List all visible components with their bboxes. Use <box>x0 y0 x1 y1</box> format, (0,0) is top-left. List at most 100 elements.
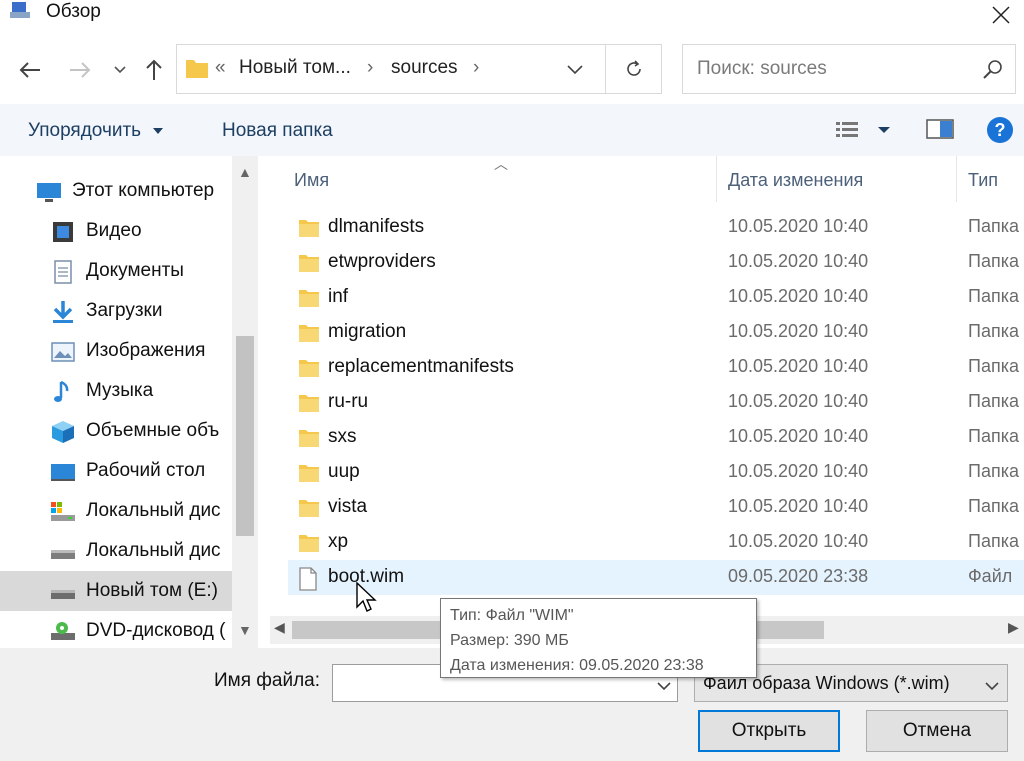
folder-icon <box>298 217 320 244</box>
table-row[interactable]: inf 10.05.2020 10:40 Папка <box>288 280 1024 315</box>
chevron-down-icon[interactable] <box>657 675 671 696</box>
scroll-up-icon[interactable]: ▲ <box>238 164 252 180</box>
cancel-button[interactable]: Отмена <box>866 710 1008 752</box>
sidebar-item-documents[interactable]: Документы <box>0 251 232 291</box>
scrollbar-thumb[interactable] <box>236 336 254 536</box>
folder-icon <box>298 532 320 559</box>
table-row[interactable]: xp 10.05.2020 10:40 Папка <box>288 525 1024 560</box>
arrow-right-icon <box>70 62 91 78</box>
recent-locations-button[interactable] <box>106 56 134 84</box>
new-folder-button[interactable]: Новая папка <box>222 120 333 142</box>
sidebar-item-downloads[interactable]: Загрузки <box>0 291 232 331</box>
navigation-scrollbar[interactable]: ▲ ▼ <box>232 156 258 648</box>
caret-down-icon <box>153 127 164 134</box>
sidebar-item-new-volume-e[interactable]: Новый том (E:) <box>0 571 232 611</box>
table-row[interactable]: dlmanifests 10.05.2020 10:40 Папка <box>288 210 1024 245</box>
column-header-type[interactable]: Тип <box>968 170 998 191</box>
file-type: Папка <box>968 461 1019 481</box>
sidebar-item-desktop[interactable]: Рабочий стол <box>0 451 232 491</box>
overflow-chevron[interactable]: « <box>215 57 226 79</box>
folder-icon <box>298 357 320 384</box>
sidebar-item-music[interactable]: Музыка <box>0 371 232 411</box>
mouse-cursor-icon <box>356 582 377 612</box>
music-icon <box>50 380 76 404</box>
preview-pane-icon <box>926 119 954 139</box>
arrow-up-icon <box>146 59 162 80</box>
sidebar-item-local-disk-c[interactable]: Локальный дис <box>0 491 232 531</box>
table-row[interactable]: uup 10.05.2020 10:40 Папка <box>288 455 1024 490</box>
file-date: 10.05.2020 10:40 <box>728 356 869 376</box>
tooltip-type: Тип: Файл "WIM" <box>450 607 574 624</box>
search-icon[interactable] <box>983 59 1003 84</box>
table-row[interactable]: boot.wim 09.05.2020 23:38 Файл <box>288 560 1024 595</box>
computer-icon <box>36 180 62 204</box>
breadcrumb-separator-icon[interactable]: › <box>473 57 479 79</box>
folder-icon <box>298 462 320 489</box>
chevron-down-icon[interactable] <box>985 675 999 696</box>
svg-text:?: ? <box>995 120 1006 140</box>
folder-icon <box>298 252 320 279</box>
table-row[interactable]: vista 10.05.2020 10:40 Папка <box>288 490 1024 525</box>
column-divider[interactable] <box>716 156 717 202</box>
sidebar-item-local-disk-d[interactable]: Локальный дис <box>0 531 232 571</box>
file-date: 10.05.2020 10:40 <box>728 391 869 411</box>
breadcrumb-separator-icon[interactable]: › <box>367 57 373 79</box>
search-box[interactable]: Поиск: sources <box>682 44 1016 94</box>
organize-button[interactable]: Упорядочить <box>28 120 164 142</box>
file-icon <box>298 567 318 596</box>
scroll-down-icon[interactable]: ▼ <box>238 622 252 638</box>
column-header-date[interactable]: Дата изменения <box>728 170 863 191</box>
folder-icon <box>185 57 209 84</box>
sidebar-item-pictures[interactable]: Изображения <box>0 331 232 371</box>
file-date: 10.05.2020 10:40 <box>728 531 869 551</box>
scroll-right-icon[interactable]: ▶ <box>1008 619 1019 636</box>
help-button[interactable]: ? <box>986 116 1014 149</box>
navigation-pane: Этот компьютер Видео Документы Загрузки … <box>0 156 258 648</box>
sidebar-item-video[interactable]: Видео <box>0 211 232 251</box>
view-options-button[interactable] <box>834 118 894 145</box>
refresh-icon <box>626 60 641 76</box>
up-button[interactable] <box>140 56 168 84</box>
sidebar-item-label: Загрузки <box>86 300 163 321</box>
table-row[interactable]: migration 10.05.2020 10:40 Папка <box>288 315 1024 350</box>
sidebar-item-label: DVD-дисковод ( <box>86 620 226 641</box>
search-input[interactable]: Поиск: sources <box>697 58 827 80</box>
folder-icon <box>298 497 320 524</box>
app-icon <box>10 2 32 22</box>
local-disk-icon <box>50 540 76 564</box>
table-row[interactable]: sxs 10.05.2020 10:40 Папка <box>288 420 1024 455</box>
scroll-left-icon[interactable]: ◀ <box>274 619 285 636</box>
folder-icon <box>298 427 320 454</box>
open-button[interactable]: Открыть <box>698 710 840 752</box>
breadcrumb-new-volume[interactable]: Новый том... <box>239 57 351 79</box>
address-dropdown-icon[interactable] <box>567 59 583 80</box>
tooltip-modified: Дата изменения: 09.05.2020 23:38 <box>450 657 704 674</box>
sort-ascending-icon: ︿ <box>494 156 508 172</box>
sidebar-item-label: Документы <box>86 260 184 281</box>
sidebar-item-dvd-drive[interactable]: DVD-дисковод ( <box>0 611 232 648</box>
column-divider[interactable] <box>956 156 957 202</box>
documents-icon <box>50 260 76 284</box>
file-name: migration <box>328 321 407 342</box>
table-row[interactable]: ru-ru 10.05.2020 10:40 Папка <box>288 385 1024 420</box>
refresh-button[interactable] <box>605 45 661 93</box>
table-row[interactable]: etwproviders 10.05.2020 10:40 Папка <box>288 245 1024 280</box>
file-name: sxs <box>328 426 357 447</box>
table-row[interactable]: replacementmanifests 10.05.2020 10:40 Папк… <box>288 350 1024 385</box>
forward-button[interactable] <box>66 56 94 84</box>
sidebar-item-3d-objects[interactable]: Объемные объ <box>0 411 232 451</box>
preview-pane-button[interactable] <box>926 118 954 145</box>
file-type: Папка <box>968 216 1019 236</box>
sidebar-item-this-pc[interactable]: Этот компьютер <box>0 171 232 211</box>
sidebar-item-label: Новый том (E:) <box>86 580 218 601</box>
address-bar[interactable]: « Новый том... › sources › <box>176 44 662 94</box>
close-button[interactable] <box>978 0 1024 30</box>
back-button[interactable] <box>16 56 44 84</box>
desktop-icon <box>50 460 76 484</box>
file-date: 10.05.2020 10:40 <box>728 216 869 236</box>
chevron-down-icon <box>114 66 126 74</box>
column-header-name[interactable]: Имя <box>294 170 329 191</box>
breadcrumb-sources[interactable]: sources <box>391 57 458 79</box>
sidebar-item-label: Рабочий стол <box>86 460 206 481</box>
file-name: ru-ru <box>328 391 369 412</box>
